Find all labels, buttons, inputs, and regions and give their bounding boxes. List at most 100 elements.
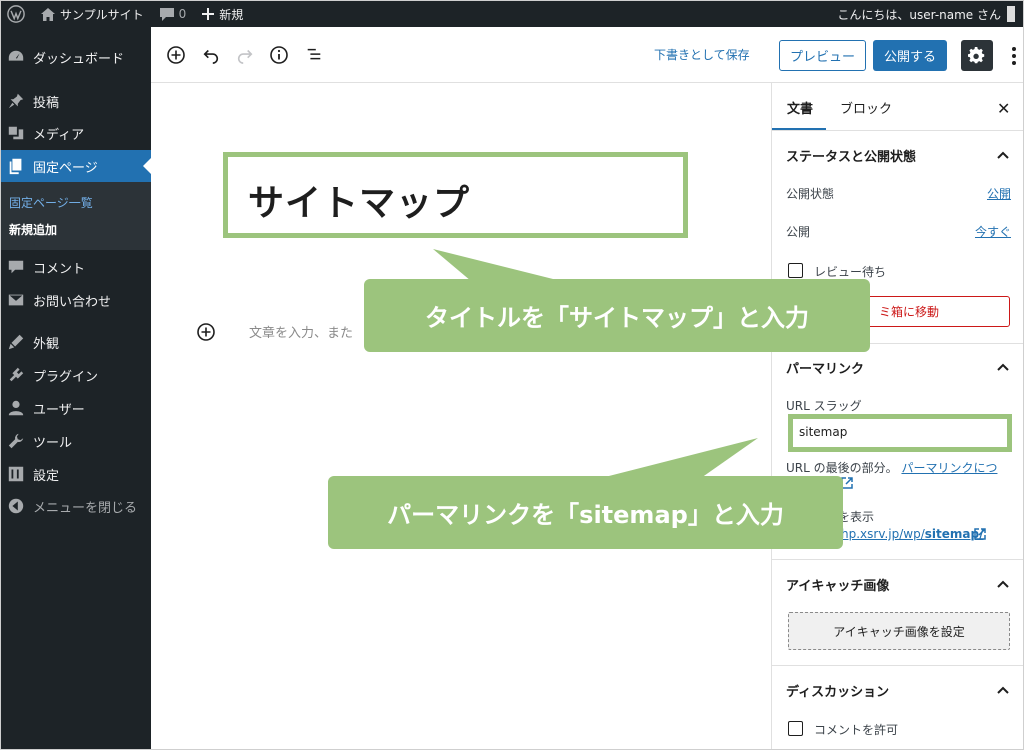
visibility-link[interactable]: 公開 xyxy=(987,185,1011,202)
visibility-label: 公開状態 xyxy=(786,187,835,201)
comments-link[interactable]: 0 xyxy=(152,1,195,27)
info-button[interactable] xyxy=(269,45,289,65)
sidebar-item-label: ユーザー xyxy=(33,402,85,418)
external-link-icon xyxy=(974,528,986,540)
more-options-button[interactable] xyxy=(1008,44,1020,68)
permalink-help-link[interactable]: パーマリンクにつ xyxy=(901,461,997,475)
sidebar-item-settings[interactable]: 設定 xyxy=(1,458,151,490)
plus-icon xyxy=(202,8,215,20)
gear-icon xyxy=(968,46,985,63)
editor-toolbar: 下書きとして保存 プレビュー 公開する xyxy=(151,27,1023,83)
pages-submenu: 固定ページ一覧 新規追加 xyxy=(1,182,151,250)
sidebar-item-label: メディア xyxy=(33,127,85,143)
settings-button[interactable] xyxy=(961,40,993,71)
new-content-link[interactable]: 新規 xyxy=(194,1,251,27)
sidebar-item-label: メニューを閉じる xyxy=(33,500,138,516)
sidebar-item-label: コメント xyxy=(33,261,86,277)
home-icon xyxy=(41,7,55,21)
chevron-up-icon[interactable] xyxy=(996,577,1010,591)
url-slug-input[interactable]: sitemap xyxy=(788,414,1012,452)
sidebar-item-tools[interactable]: ツール xyxy=(1,425,151,457)
admin-sidebar: ダッシュボード 投稿 メディア 固定ページ 固定ページ一覧 新規追加 コメント … xyxy=(1,27,151,749)
sidebar-item-label: 設定 xyxy=(33,468,60,484)
site-name-link[interactable]: サンプルサイト xyxy=(33,1,152,27)
submenu-add-new[interactable]: 新規追加 xyxy=(9,221,57,238)
pending-review-checkbox[interactable] xyxy=(788,263,803,278)
media-icon xyxy=(8,126,24,140)
dot xyxy=(1012,54,1016,58)
sidebar-item-label: 固定ページ xyxy=(33,160,98,176)
paragraph-placeholder[interactable]: 文章を入力、また xyxy=(249,322,353,341)
allow-comments-checkbox[interactable] xyxy=(788,721,803,736)
sidebar-item-label: プラグイン xyxy=(33,369,99,385)
divider xyxy=(772,130,1023,131)
redo-icon xyxy=(237,49,253,64)
sidebar-item-appearance[interactable]: 外観 xyxy=(1,326,151,358)
permalink-section-title[interactable]: パーマリンク xyxy=(786,358,864,377)
sidebar-item-media[interactable]: メディア xyxy=(1,117,151,149)
discussion-section-title[interactable]: ディスカッション xyxy=(786,681,889,700)
tab-block[interactable]: ブロック xyxy=(840,98,892,117)
pin-icon xyxy=(8,93,24,109)
preview-button[interactable]: プレビュー xyxy=(779,40,866,71)
sidebar-item-contact[interactable]: お問い合わせ xyxy=(1,284,151,316)
admin-bar: サンプルサイト 0 新規 こんにちは、user-name さん xyxy=(1,1,1023,27)
sidebar-item-label: 投稿 xyxy=(33,95,60,111)
permalink-instruction-callout: パーマリンクを「sitemap」と入力 xyxy=(328,476,843,549)
close-panel-button[interactable]: ✕ xyxy=(997,99,1010,118)
status-section-title[interactable]: ステータスと公開状態 xyxy=(786,146,916,165)
sidebar-item-comments[interactable]: コメント xyxy=(1,251,151,283)
new-label: 新規 xyxy=(219,7,244,22)
user-menu[interactable]: こんにちは、user-name さん xyxy=(837,1,1015,27)
list-outline-icon xyxy=(307,48,321,60)
sidebar-collapse-menu[interactable]: メニューを閉じる xyxy=(1,490,151,522)
sidebar-item-posts[interactable]: 投稿 xyxy=(1,85,151,117)
close-icon: ✕ xyxy=(997,99,1011,118)
allow-comments-label: コメントを許可 xyxy=(814,723,899,737)
user-greeting: こんにちは、user-name さん xyxy=(837,7,1001,22)
redo-button[interactable] xyxy=(235,45,255,65)
plus-circle-icon xyxy=(197,323,215,341)
submenu-all-pages[interactable]: 固定ページ一覧 xyxy=(9,194,93,211)
appearance-icon xyxy=(8,334,24,350)
pages-icon xyxy=(9,158,22,175)
view-page-url-link[interactable]: hp.xsrv.jp/wp/sitemap/ xyxy=(841,527,984,541)
publish-label: 公開 xyxy=(786,225,811,239)
tab-document[interactable]: 文書 xyxy=(787,98,813,117)
sidebar-item-label: お問い合わせ xyxy=(33,294,112,310)
dot xyxy=(1012,61,1016,65)
add-block-button[interactable] xyxy=(166,45,186,65)
dot xyxy=(1012,47,1016,51)
slug-help-text: URL の最後の部分。 パーマリンクにつ xyxy=(786,459,997,476)
mail-icon xyxy=(8,294,24,306)
collapse-icon xyxy=(8,498,24,514)
sidebar-item-pages[interactable]: 固定ページ xyxy=(1,150,151,182)
chevron-up-icon[interactable] xyxy=(996,360,1010,374)
set-featured-image-button[interactable]: アイキャッチ画像を設定 xyxy=(788,612,1010,650)
editor-window: サンプルサイト 0 新規 こんにちは、user-name さん ダッシュボード … xyxy=(0,0,1024,750)
publish-date-link[interactable]: 今すぐ xyxy=(975,223,1011,240)
sidebar-item-users[interactable]: ユーザー xyxy=(1,392,151,424)
sidebar-item-label: ツール xyxy=(33,435,73,451)
save-draft-button[interactable]: 下書きとして保存 xyxy=(654,46,750,63)
plus-circle-icon xyxy=(167,46,185,64)
outline-button[interactable] xyxy=(304,45,324,65)
chevron-up-icon[interactable] xyxy=(996,683,1010,697)
dashboard-icon xyxy=(8,50,24,61)
wp-logo-button[interactable] xyxy=(1,1,33,27)
sidebar-item-dashboard[interactable]: ダッシュボード xyxy=(1,41,151,73)
featured-image-section-title[interactable]: アイキャッチ画像 xyxy=(786,575,889,594)
chevron-up-icon[interactable] xyxy=(996,148,1010,162)
user-icon xyxy=(8,400,24,416)
divider xyxy=(772,665,1023,666)
slug-help-prefix: URL の最後の部分。 xyxy=(786,461,898,475)
url-slug-label: URL スラッグ xyxy=(786,399,862,413)
inline-add-block-button[interactable] xyxy=(196,322,216,342)
publish-button[interactable]: 公開する xyxy=(873,40,947,71)
undo-button[interactable] xyxy=(201,45,221,65)
divider xyxy=(772,559,1023,560)
post-title-field[interactable]: サイトマップ xyxy=(223,152,688,238)
wordpress-icon xyxy=(7,5,25,23)
sidebar-item-plugins[interactable]: プラグイン xyxy=(1,359,151,391)
plugin-icon xyxy=(9,367,24,382)
